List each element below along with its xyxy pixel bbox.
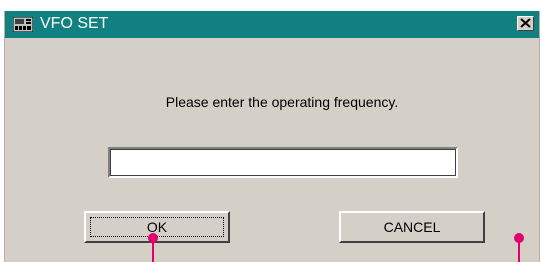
cancel-button-label: CANCEL: [383, 219, 441, 235]
title-bar[interactable]: VFO SET: [5, 11, 539, 38]
close-button[interactable]: [517, 16, 534, 31]
vfo-set-dialog: VFO SET Please enter the operating frequ…: [4, 11, 540, 262]
dialog-callout-line: [518, 240, 520, 262]
cancel-button[interactable]: CANCEL: [339, 211, 485, 243]
close-icon: [520, 15, 531, 33]
window-title: VFO SET: [40, 15, 109, 32]
radio-app-icon: [12, 16, 34, 33]
ok-callout-line: [152, 240, 154, 262]
frequency-input[interactable]: [108, 147, 458, 178]
frequency-prompt: Please enter the operating frequency.: [165, 94, 399, 110]
